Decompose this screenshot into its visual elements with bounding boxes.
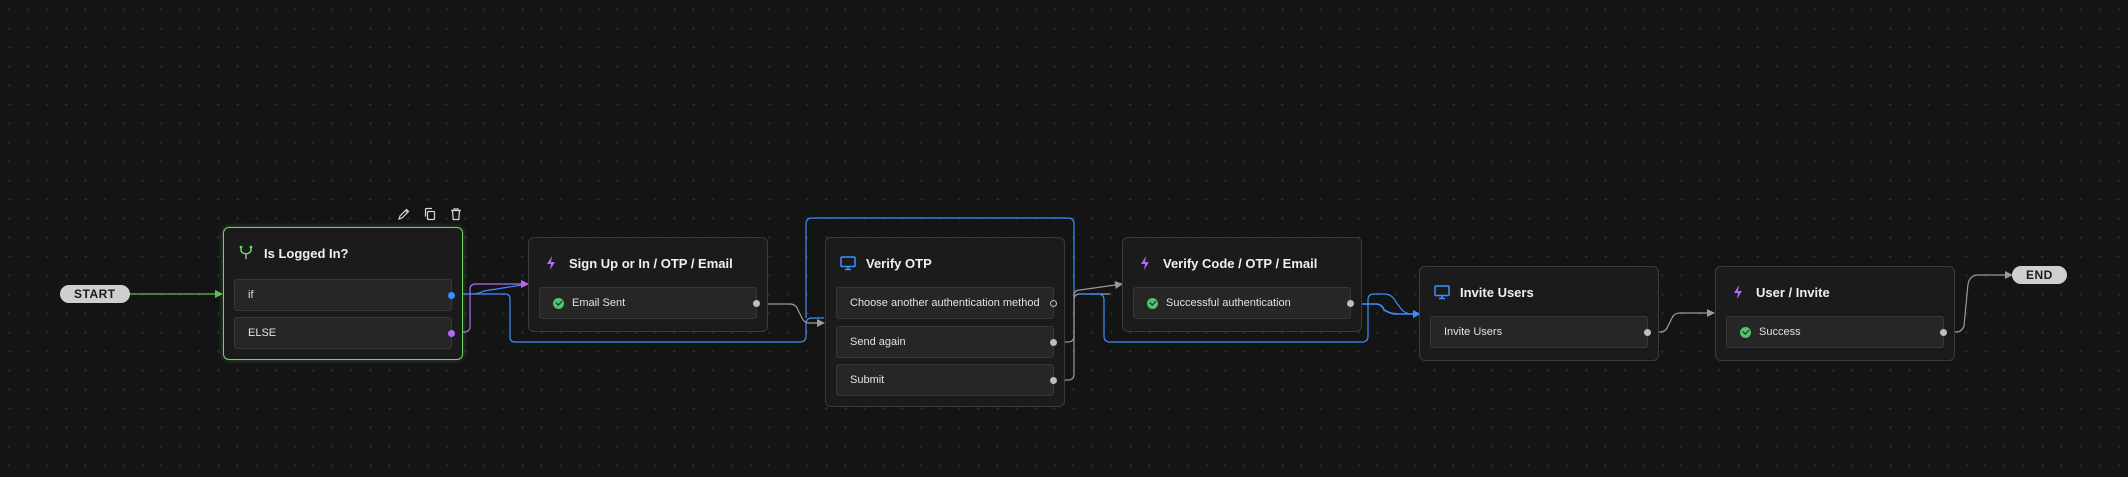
lightning-icon [1730,284,1746,300]
branch-row-else[interactable]: ELSE [234,317,455,349]
output-port[interactable] [1050,338,1057,346]
screen-icon [1434,284,1450,300]
screen-row-submit[interactable]: Submit [836,364,1057,396]
row-label: Choose another authentication method [850,297,1040,309]
node-title: Verify OTP [866,255,932,271]
node-title: Sign Up or In / OTP / Email [569,255,733,271]
output-port[interactable] [1050,299,1057,307]
action-row-successful-authentication[interactable]: Successful authentication [1133,287,1354,319]
screen-row-choose-method[interactable]: Choose another authentication method [836,287,1057,319]
row-label: Successful authentication [1166,297,1291,309]
output-port[interactable] [1347,299,1354,307]
output-port[interactable] [1050,376,1057,384]
node-title: Is Logged In? [264,245,349,261]
row-label: Submit [850,374,885,386]
output-port[interactable] [753,299,760,307]
node-title: Invite Users [1460,284,1534,300]
start-node[interactable]: START [60,285,130,303]
node-header: Is Logged In? [238,243,349,263]
row-label: if [248,289,254,301]
node-toolbar [396,206,464,222]
node-header: Verify Code / OTP / Email [1137,253,1317,273]
branch-row-if[interactable]: if [234,279,455,311]
check-icon [553,297,564,309]
end-label: END [2026,268,2053,282]
node-user-invite[interactable]: User / Invite Success [1715,266,1955,361]
node-is-logged-in[interactable]: Is Logged In? if ELSE [223,227,463,360]
node-header: Invite Users [1434,282,1534,302]
action-row-success[interactable]: Success [1726,316,1947,348]
node-header: Sign Up or In / OTP / Email [543,253,733,273]
check-icon [1147,297,1158,309]
start-label: START [74,287,116,301]
node-title: Verify Code / OTP / Email [1163,255,1318,271]
check-icon [1740,326,1751,338]
row-label: Send again [850,336,906,348]
node-invite-users[interactable]: Invite Users Invite Users [1419,266,1659,361]
output-port[interactable] [1940,328,1947,336]
trash-icon[interactable] [448,206,464,222]
row-label: ELSE [248,327,277,339]
node-verify-otp[interactable]: Verify OTP Choose another authentication… [825,237,1065,407]
copy-icon[interactable] [422,206,438,222]
pencil-icon[interactable] [396,206,412,222]
row-label: Email Sent [572,297,626,309]
lightning-icon [1137,255,1153,271]
output-port[interactable] [448,329,455,337]
row-label: Success [1759,326,1801,338]
output-port[interactable] [448,291,455,299]
end-node[interactable]: END [2012,266,2067,284]
node-title: User / Invite [1756,284,1830,300]
branch-icon [238,245,254,261]
output-port[interactable] [1644,328,1651,336]
node-verify-code[interactable]: Verify Code / OTP / Email Successful aut… [1122,237,1362,332]
screen-row-send-again[interactable]: Send again [836,326,1057,358]
action-row-email-sent[interactable]: Email Sent [539,287,760,319]
node-header: User / Invite [1730,282,1830,302]
flow-canvas[interactable]: START END Is Logged In? if ELSE Sign Up … [0,0,2128,477]
screen-row-invite-users[interactable]: Invite Users [1430,316,1651,348]
lightning-icon [543,255,559,271]
node-sign-up-otp-email[interactable]: Sign Up or In / OTP / Email Email Sent [528,237,768,332]
row-label: Invite Users [1444,326,1503,338]
screen-icon [840,255,856,271]
node-header: Verify OTP [840,253,932,273]
